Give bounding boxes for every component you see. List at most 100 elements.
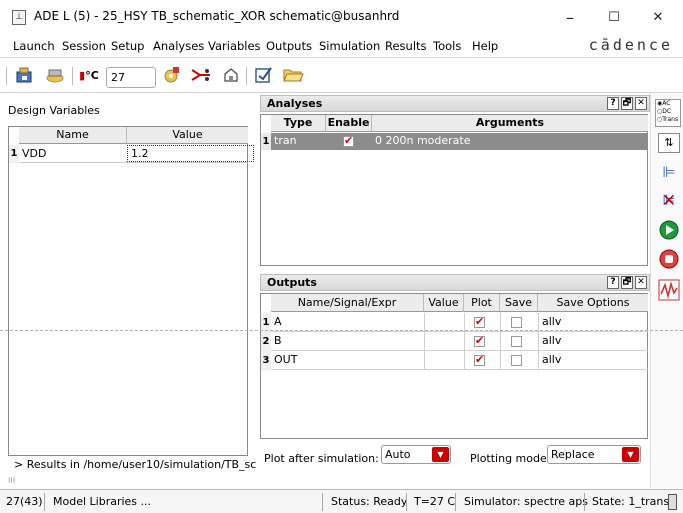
- output-plot-checkbox[interactable]: [474, 353, 485, 366]
- outputs-float-button[interactable]: 🗗: [621, 276, 633, 289]
- toolbar-separator: [246, 67, 247, 85]
- status-separator: [406, 493, 407, 511]
- analysis-type-radio-group[interactable]: ◉AC ○DC ○Trans: [655, 99, 681, 127]
- open-folder-icon[interactable]: [282, 66, 304, 86]
- edit-variables-icon[interactable]: [190, 66, 212, 86]
- menu-analyses[interactable]: Analyses: [153, 39, 204, 53]
- output-save-options-cell[interactable]: allv: [542, 353, 561, 366]
- radio-ac[interactable]: ◉AC: [657, 100, 680, 108]
- analysis-arguments-cell[interactable]: 0 200n moderate: [375, 134, 471, 147]
- table-row[interactable]: B allv: [271, 332, 648, 351]
- horizontal-scrollbar[interactable]: III: [8, 476, 256, 486]
- radio-trans[interactable]: ○Trans: [657, 116, 680, 124]
- analysis-enable-checkbox[interactable]: [343, 134, 354, 147]
- outputs-help-button[interactable]: ?: [607, 276, 619, 289]
- stop-icon[interactable]: [658, 249, 680, 271]
- menu-bar: Launch Session Setup Analyses Variables …: [0, 36, 683, 58]
- setup-outputs-icon[interactable]: [253, 66, 275, 86]
- table-row[interactable]: OUT allv: [271, 351, 648, 370]
- column-divider: [538, 351, 539, 370]
- cadence-logo: cādence: [588, 36, 673, 54]
- outputs-column-value[interactable]: Value: [424, 294, 464, 312]
- app-icon: ⊥: [12, 10, 26, 25]
- outputs-column-save[interactable]: Save: [500, 294, 538, 312]
- design-variables-table[interactable]: Name Value 1 VDD 1.2: [8, 126, 254, 456]
- menu-tools[interactable]: Tools: [433, 39, 461, 53]
- choose-analyses-icon[interactable]: [160, 66, 182, 86]
- status-separator: [584, 493, 585, 511]
- analyses-column-arguments[interactable]: Arguments: [372, 115, 648, 132]
- radio-dc[interactable]: ○DC: [657, 108, 680, 116]
- status-separator: [322, 493, 323, 511]
- menu-outputs[interactable]: Outputs: [266, 39, 312, 53]
- resize-grip[interactable]: [668, 494, 677, 510]
- waveform-icon[interactable]: [658, 279, 680, 301]
- dv-name-cell[interactable]: VDD: [22, 147, 46, 160]
- variables-icon[interactable]: ⇅: [658, 133, 680, 153]
- minimize-button[interactable]: –: [550, 5, 590, 31]
- table-row[interactable]: tran 0 200n moderate: [271, 133, 648, 150]
- analyses-close-button[interactable]: ✕: [635, 97, 647, 110]
- menu-session[interactable]: Session: [62, 39, 106, 53]
- dv-column-value[interactable]: Value: [127, 127, 248, 144]
- menu-variables[interactable]: Variables: [208, 39, 261, 53]
- output-save-checkbox[interactable]: [511, 336, 522, 347]
- output-name-cell[interactable]: B: [274, 334, 282, 347]
- outputs-close-button[interactable]: ✕: [635, 276, 647, 289]
- temperature-input[interactable]: [106, 67, 156, 88]
- menu-launch[interactable]: Launch: [13, 39, 55, 53]
- toolbar-grip: [6, 67, 7, 85]
- table-row[interactable]: VDD 1.2: [19, 145, 254, 163]
- plot-after-select[interactable]: Auto ▼: [381, 445, 451, 464]
- analysis-type-cell[interactable]: tran: [274, 134, 297, 147]
- load-state-icon[interactable]: [44, 66, 66, 86]
- output-name-cell[interactable]: OUT: [274, 353, 297, 366]
- close-button[interactable]: ✕: [638, 5, 678, 31]
- dv-value-text: 1.2: [131, 147, 149, 160]
- analyses-row-number: 1: [261, 133, 271, 150]
- output-plot-checkbox[interactable]: [474, 315, 485, 328]
- menu-help[interactable]: Help: [472, 39, 498, 53]
- menu-results[interactable]: Results: [385, 39, 427, 53]
- dv-value-cell[interactable]: 1.2: [127, 145, 254, 162]
- output-save-options-cell[interactable]: allv: [542, 334, 561, 347]
- output-plot-checkbox[interactable]: [474, 334, 485, 347]
- outputs-column-name[interactable]: Name/Signal/Expr: [271, 294, 424, 312]
- column-divider: [424, 351, 425, 370]
- column-divider: [464, 351, 465, 370]
- analyses-float-button[interactable]: 🗗: [621, 97, 633, 110]
- status-bar: 27(43) Model Libraries ... Status: Ready…: [0, 489, 683, 513]
- output-save-options-cell[interactable]: allv: [542, 315, 561, 328]
- menu-setup[interactable]: Setup: [111, 39, 144, 53]
- dv-row-number: 1: [9, 145, 19, 163]
- results-path: > Results in /home/user10/simulation/TB_…: [14, 458, 256, 471]
- save-state-icon[interactable]: [14, 66, 36, 86]
- analyses-column-type[interactable]: Type: [271, 115, 326, 132]
- chevron-down-icon[interactable]: ▼: [432, 447, 449, 462]
- analyses-column-enable[interactable]: Enable: [326, 115, 372, 132]
- output-name-cell[interactable]: A: [274, 315, 282, 328]
- analyses-table[interactable]: Type Enable Arguments 1 tran 0 200n mode…: [260, 114, 648, 266]
- status-temperature: T=27 C: [414, 495, 456, 508]
- outputs-table[interactable]: Name/Signal/Expr Value Plot Save Save Op…: [260, 293, 648, 439]
- plotting-mode-select[interactable]: Replace ▼: [547, 445, 641, 464]
- outputs-column-save-options[interactable]: Save Options: [538, 294, 648, 312]
- dv-column-name[interactable]: Name: [19, 127, 127, 144]
- status-ready: Status: Ready: [331, 495, 408, 508]
- analyses-help-button[interactable]: ?: [607, 97, 619, 110]
- run-icon[interactable]: [658, 220, 680, 242]
- status-separator: [455, 493, 456, 511]
- menu-simulation[interactable]: Simulation: [319, 39, 380, 53]
- netlist-and-run-icon[interactable]: ⊫: [658, 161, 680, 183]
- plotting-mode-value: Replace: [551, 448, 595, 461]
- delete-icon[interactable]: ✕: [658, 190, 680, 212]
- chevron-down-icon[interactable]: ▼: [622, 447, 639, 462]
- maximize-button[interactable]: ☐: [594, 5, 634, 31]
- outputs-column-plot[interactable]: Plot: [464, 294, 500, 312]
- output-save-checkbox[interactable]: [511, 355, 522, 366]
- output-save-checkbox[interactable]: [511, 317, 522, 328]
- netlist-icon[interactable]: [220, 66, 242, 86]
- status-model-libraries[interactable]: Model Libraries ...: [53, 495, 151, 508]
- analyses-panel-title: Analyses ? 🗗 ✕: [260, 95, 650, 112]
- window-titlebar[interactable]: ⊥ ADE L (5) - 25_HSY TB_schematic_XOR sc…: [0, 0, 683, 36]
